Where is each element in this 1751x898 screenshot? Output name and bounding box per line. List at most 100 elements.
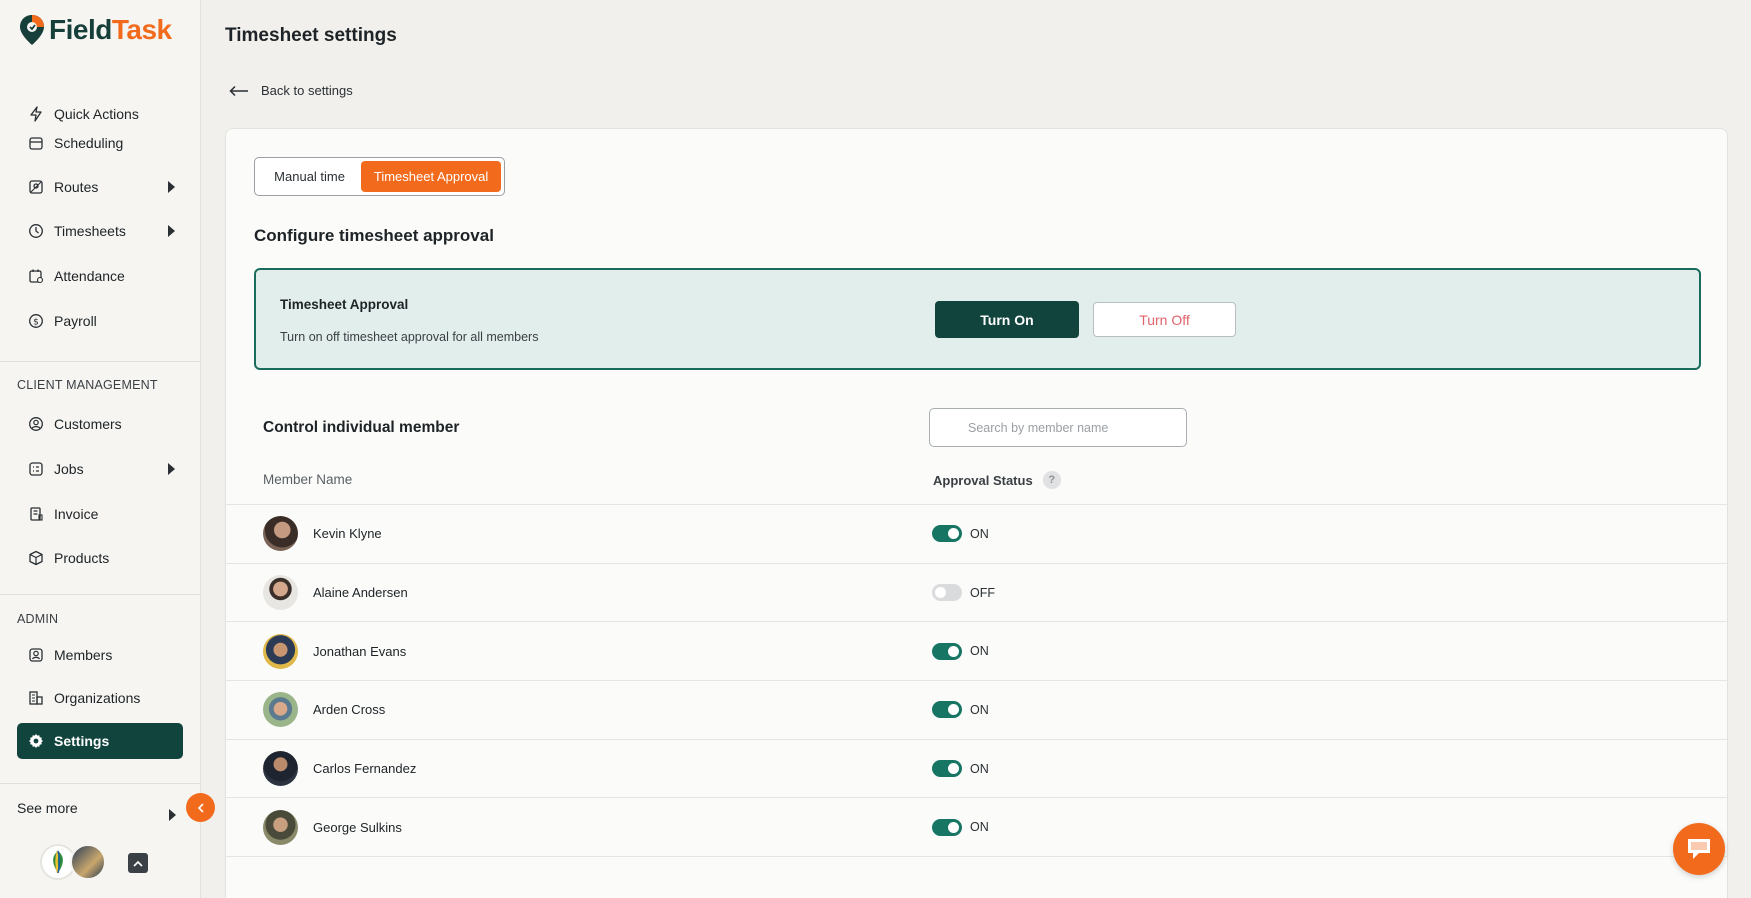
sidebar-item-customers[interactable]: Customers — [17, 406, 183, 442]
sidebar-item-label: Timesheets — [54, 223, 126, 239]
sidebar-item-members[interactable]: Members — [17, 637, 183, 673]
logo-pin-icon — [19, 14, 45, 46]
approval-status-text: ON — [970, 526, 989, 541]
app-logo[interactable]: FieldTask — [19, 14, 172, 46]
expand-arrow-icon — [168, 225, 175, 237]
table-row: George Sulkins ON — [226, 797, 1727, 856]
turn-on-button[interactable]: Turn On — [935, 301, 1079, 338]
sidebar-item-jobs[interactable]: Jobs — [17, 451, 183, 487]
approval-toggle[interactable] — [932, 525, 962, 543]
panel-description: Turn on off timesheet approval for all m… — [280, 330, 539, 344]
sidebar-item-label: Organizations — [54, 690, 141, 706]
timesheet-approval-panel: Timesheet Approval Turn on off timesheet… — [254, 268, 1701, 370]
approval-toggle[interactable] — [932, 701, 962, 719]
member-name: Alaine Andersen — [313, 585, 408, 601]
member-avatar — [263, 751, 298, 787]
section-label-client-management: CLIENT MANAGEMENT — [17, 378, 158, 392]
tab-timesheet-approval[interactable]: Timesheet Approval — [361, 161, 501, 192]
sidebar-item-label: Routes — [54, 179, 99, 195]
section-label-admin: ADMIN — [17, 612, 59, 626]
tab-manual-time[interactable]: Manual time — [258, 161, 361, 192]
sidebar-item-scheduling[interactable]: Scheduling — [17, 125, 183, 161]
column-header-label: Approval Status — [933, 472, 1033, 488]
arrow-left-icon — [229, 85, 248, 96]
member-name: George Sulkins — [313, 819, 402, 835]
chevron-left-icon — [197, 802, 204, 813]
sidebar-item-label: Customers — [54, 416, 122, 432]
member-name: Carlos Fernandez — [313, 761, 417, 777]
see-more-arrow-icon[interactable] — [169, 809, 176, 821]
map-icon — [28, 179, 44, 195]
clock-icon — [28, 223, 44, 239]
section-title-control-members: Control individual member — [263, 419, 460, 436]
collapse-sidebar-button[interactable] — [186, 793, 215, 822]
sidebar-item-invoice[interactable]: Invoice — [17, 496, 183, 532]
expand-arrow-icon — [168, 181, 175, 193]
page-title: Timesheet settings — [225, 25, 397, 46]
user-circle-icon — [28, 416, 44, 432]
sidebar-item-label: Attendance — [54, 268, 125, 284]
bolt-icon — [28, 106, 44, 122]
table-row: Kevin Klyne ON — [226, 504, 1727, 563]
gear-icon — [28, 733, 44, 749]
panel-title: Timesheet Approval — [280, 297, 409, 312]
sidebar-item-settings[interactable]: Settings — [17, 723, 183, 759]
box-icon — [28, 550, 44, 566]
approval-toggle[interactable] — [932, 818, 962, 836]
member-avatar — [263, 692, 298, 728]
svg-text:$: $ — [33, 318, 39, 328]
sidebar-divider — [0, 594, 200, 595]
back-to-settings-link[interactable]: Back to settings — [229, 83, 353, 98]
member-name: Jonathan Evans — [313, 643, 407, 659]
sidebar-item-label: Jobs — [54, 461, 84, 477]
calendar-icon — [28, 135, 44, 151]
account-switcher[interactable] — [40, 844, 106, 880]
chevron-up-icon[interactable] — [128, 853, 148, 873]
logo-task-text: Task — [111, 14, 172, 45]
approval-toggle[interactable] — [932, 642, 962, 660]
approval-toggle[interactable] — [932, 584, 962, 602]
logo-field-text: Field — [49, 14, 112, 45]
sidebar-item-label: Payroll — [54, 313, 97, 329]
sidebar-item-attendance[interactable]: Attendance — [17, 258, 183, 294]
member-name: Arden Cross — [313, 702, 386, 718]
member-search-input[interactable] — [929, 408, 1187, 447]
section-title-configure: Configure timesheet approval — [254, 226, 494, 245]
approval-status-text: ON — [970, 761, 989, 776]
member-avatar — [263, 575, 298, 611]
table-bottom-border — [226, 856, 1727, 858]
user-avatar[interactable] — [70, 844, 106, 880]
back-link-label: Back to settings — [261, 83, 353, 98]
sidebar-item-timesheets[interactable]: Timesheets — [17, 213, 183, 249]
sidebar-item-label: Members — [54, 647, 113, 663]
help-icon[interactable]: ? — [1042, 471, 1061, 489]
sidebar-item-payroll[interactable]: $ Payroll — [17, 303, 183, 339]
member-avatar — [263, 809, 298, 845]
sidebar-item-routes[interactable]: Routes — [17, 169, 183, 205]
approval-toggle[interactable] — [932, 760, 962, 778]
jobs-icon — [28, 461, 44, 477]
sidebar-item-products[interactable]: Products — [17, 540, 183, 576]
turn-off-button[interactable]: Turn Off — [1093, 302, 1236, 337]
approval-status-text: ON — [970, 820, 989, 835]
attendance-icon — [28, 268, 44, 284]
sidebar-item-organizations[interactable]: Organizations — [17, 680, 183, 716]
member-table: Kevin Klyne ON Alaine Andersen OFF Jonat… — [226, 504, 1727, 858]
sidebar: FieldTask Quick Actions Scheduling Route… — [0, 0, 201, 898]
sidebar-item-label: Scheduling — [54, 135, 124, 151]
sidebar-item-label: Invoice — [54, 506, 99, 522]
member-name: Kevin Klyne — [313, 526, 382, 542]
sidebar-item-label: Quick Actions — [54, 106, 139, 122]
table-row: Jonathan Evans ON — [226, 621, 1727, 680]
approval-status-text: ON — [970, 702, 989, 717]
chat-button[interactable] — [1673, 823, 1725, 875]
table-row: Carlos Fernandez ON — [226, 738, 1727, 798]
member-avatar — [263, 633, 298, 669]
column-header-approval-status: Approval Status ? — [933, 471, 1061, 489]
table-row: Alaine Andersen OFF — [226, 562, 1727, 622]
see-more-link[interactable]: See more — [17, 800, 78, 816]
sidebar-divider — [0, 783, 200, 784]
expand-arrow-icon — [168, 463, 175, 475]
chat-icon — [1688, 839, 1710, 859]
approval-status-text: ON — [970, 644, 989, 659]
